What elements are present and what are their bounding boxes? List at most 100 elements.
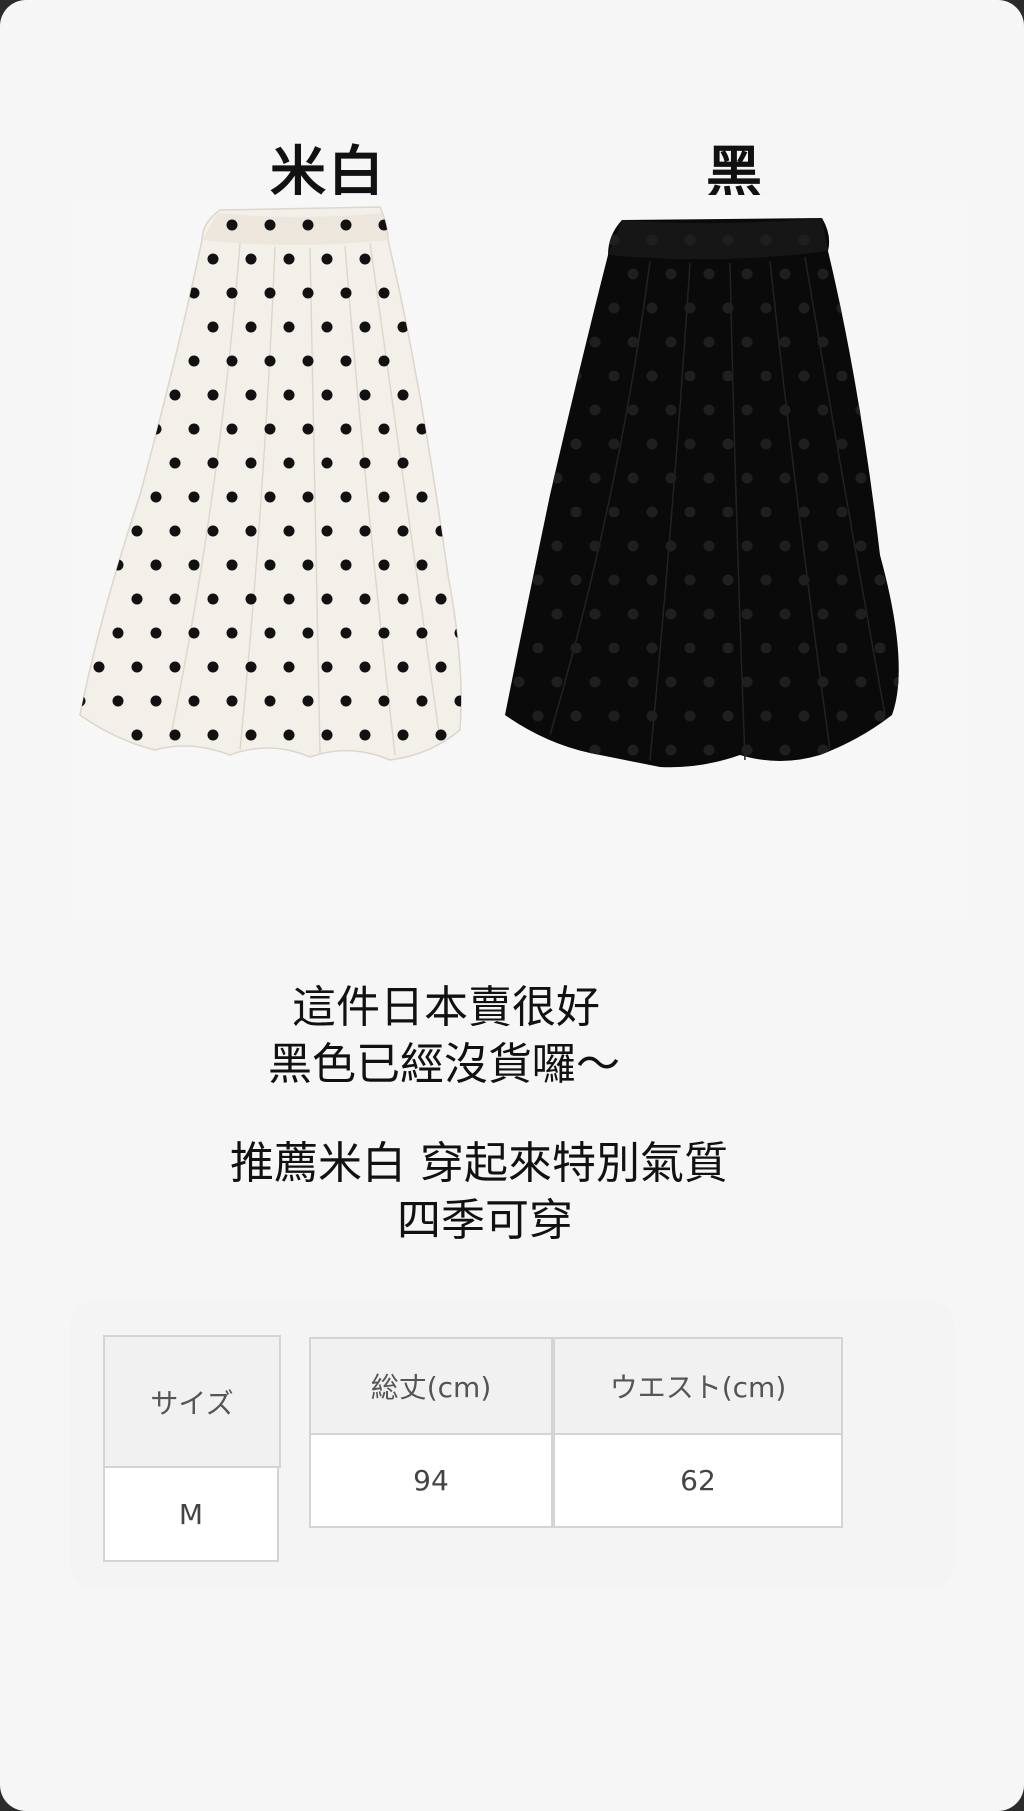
- polka-dot: [608, 642, 620, 654]
- polka-dot: [207, 525, 219, 537]
- polka-dot: [570, 302, 582, 314]
- polka-dot: [836, 574, 848, 586]
- polka-dot: [435, 593, 447, 605]
- polka-dot: [169, 525, 181, 537]
- polka-dot: [505, 234, 506, 246]
- polka-dot: [188, 423, 200, 435]
- polka-dot: [570, 574, 582, 586]
- polka-dot: [551, 404, 563, 416]
- polka-dot: [817, 472, 829, 484]
- polka-dot: [836, 370, 848, 382]
- polka-dot: [454, 559, 462, 571]
- polka-dot: [855, 676, 867, 688]
- polka-dot: [207, 661, 219, 673]
- polka-dot: [93, 593, 105, 605]
- polka-dot: [378, 219, 390, 231]
- polka-dot: [589, 608, 601, 620]
- polka-dot: [359, 729, 371, 741]
- polka-dot: [93, 457, 105, 469]
- polka-dot: [627, 404, 639, 416]
- polka-dot: [150, 559, 162, 571]
- polka-dot: [264, 423, 276, 435]
- polka-dot: [80, 559, 86, 571]
- polka-dot: [416, 355, 428, 367]
- polka-dot: [435, 525, 447, 537]
- length-header-cell: 総丈(cm): [309, 1337, 553, 1435]
- polka-dot: [283, 253, 295, 265]
- polka-dot: [836, 438, 848, 450]
- polka-dot: [169, 321, 181, 333]
- polka-dot: [454, 287, 462, 299]
- polka-dot: [283, 321, 295, 333]
- polka-dot: [627, 268, 639, 280]
- polka-dot: [283, 389, 295, 401]
- black-skirt-image: [505, 218, 899, 768]
- polka-dot: [454, 627, 462, 639]
- polka-dot: [779, 744, 791, 756]
- polka-dot: [684, 574, 696, 586]
- polka-dot: [513, 608, 525, 620]
- polka-dot: [817, 404, 829, 416]
- polka-dot: [188, 627, 200, 639]
- polka-dot: [169, 389, 181, 401]
- polka-dot: [131, 389, 143, 401]
- polka-dot: [245, 389, 257, 401]
- polka-dot: [513, 404, 525, 416]
- polka-dot: [703, 404, 715, 416]
- length-value-cell: 94: [309, 1433, 553, 1528]
- polka-dot: [779, 540, 791, 552]
- polka-dot: [779, 268, 791, 280]
- polka-dot: [416, 219, 428, 231]
- polka-dot: [321, 321, 333, 333]
- polka-dot: [359, 253, 371, 265]
- polka-dot: [207, 389, 219, 401]
- polka-dot: [760, 710, 772, 722]
- polka-dot: [112, 559, 124, 571]
- size-header-cell: サイズ: [103, 1335, 281, 1468]
- polka-dot: [131, 729, 143, 741]
- polka-dot: [435, 253, 447, 265]
- polka-dot: [684, 506, 696, 518]
- polka-dot: [684, 370, 696, 382]
- polka-dot: [589, 676, 601, 688]
- polka-dot: [627, 336, 639, 348]
- polka-dot: [397, 729, 409, 741]
- polka-dot: [93, 661, 105, 673]
- polka-dot: [646, 302, 658, 314]
- polka-dot: [589, 404, 601, 416]
- polka-dot: [169, 661, 181, 673]
- polka-dot: [378, 695, 390, 707]
- size-chart: サイズ M 総丈(cm) ウエスト(cm) 94 62: [70, 1300, 955, 1590]
- polka-dot: [646, 710, 658, 722]
- polka-dot: [798, 234, 810, 246]
- polka-dot: [570, 370, 582, 382]
- polka-dot: [665, 404, 677, 416]
- polka-dot: [855, 472, 867, 484]
- polka-dot: [80, 287, 86, 299]
- polka-dot: [684, 234, 696, 246]
- polka-dot: [505, 574, 506, 586]
- polka-dot: [855, 268, 867, 280]
- polka-dot: [665, 744, 677, 756]
- polka-dot: [226, 695, 238, 707]
- polka-dot: [226, 355, 238, 367]
- polka-dot: [505, 302, 506, 314]
- polka-dot: [435, 389, 447, 401]
- polka-dot: [378, 423, 390, 435]
- polka-dot: [741, 540, 753, 552]
- polka-dot: [779, 676, 791, 688]
- polka-dot: [798, 302, 810, 314]
- product-card: 米白 黑 這件日本賣很好 黑色已經沒貨囉～ 推薦米白 穿起來特別氣質 四季可穿 …: [0, 0, 1024, 1811]
- polka-dot: [416, 287, 428, 299]
- polka-dot: [817, 608, 829, 620]
- polka-dot: [893, 540, 899, 552]
- polka-dot: [760, 438, 772, 450]
- polka-dot: [340, 491, 352, 503]
- polka-dot: [684, 438, 696, 450]
- polka-dot: [893, 268, 899, 280]
- polka-dot: [131, 321, 143, 333]
- off-white-skirt-image: [79, 206, 462, 761]
- polka-dot: [245, 253, 257, 265]
- polka-dot: [378, 287, 390, 299]
- polka-dot: [245, 457, 257, 469]
